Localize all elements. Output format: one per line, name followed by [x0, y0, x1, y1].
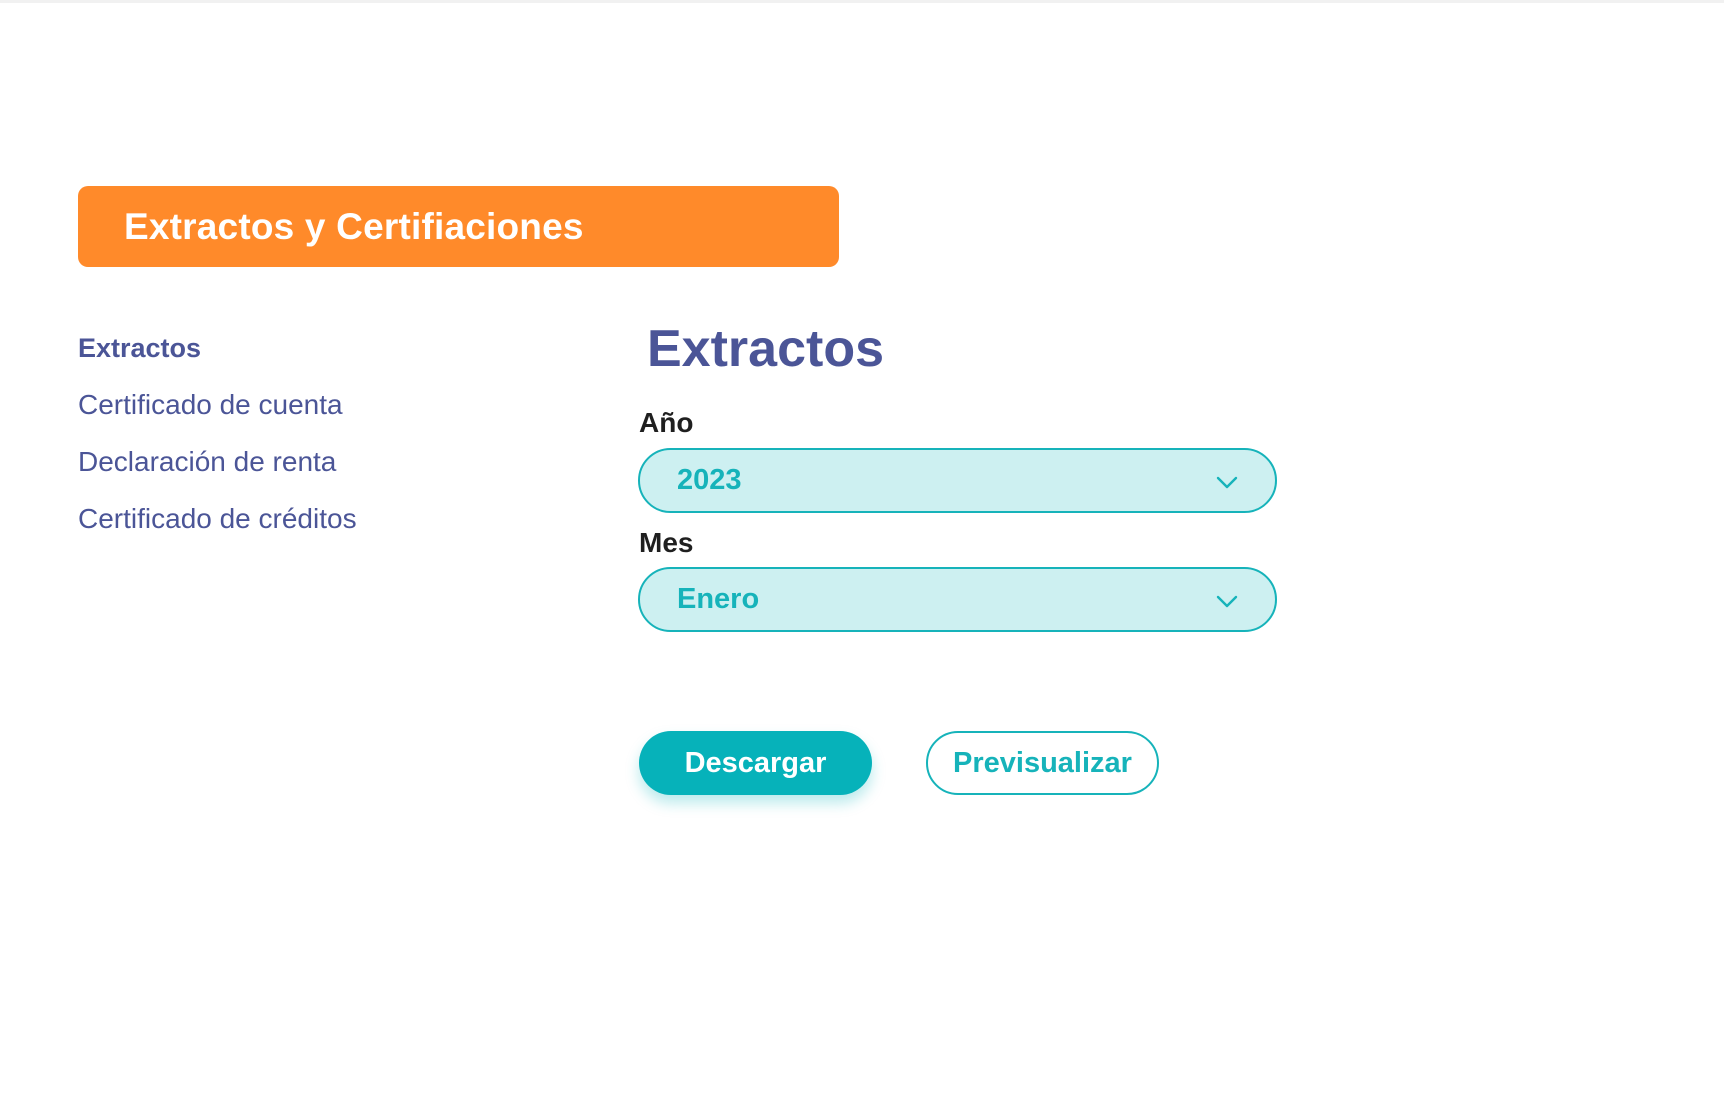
sidebar-item-extractos[interactable]: Extractos: [78, 326, 518, 383]
download-button[interactable]: Descargar: [639, 731, 872, 795]
top-divider: [0, 0, 1724, 3]
month-select[interactable]: Enero: [638, 567, 1277, 632]
year-select-value: 2023: [677, 464, 742, 496]
page-title: Extractos: [647, 320, 884, 378]
sidebar-item-declaracion-renta[interactable]: Declaración de renta: [78, 440, 518, 497]
banner-title: Extractos y Certifiaciones: [124, 205, 584, 247]
sidebar-nav: Extractos Certificado de cuenta Declarac…: [78, 326, 518, 554]
preview-button[interactable]: Previsualizar: [926, 731, 1159, 795]
chevron-down-icon: [1216, 476, 1238, 489]
chevron-down-icon: [1216, 595, 1238, 608]
year-select[interactable]: 2023: [638, 448, 1277, 513]
month-select-value: Enero: [677, 583, 760, 615]
year-label: Año: [639, 407, 694, 438]
sidebar-item-certificado-creditos[interactable]: Certificado de créditos: [78, 497, 518, 554]
month-label: Mes: [639, 527, 694, 558]
section-banner: Extractos y Certifiaciones: [78, 186, 839, 267]
sidebar-item-certificado-cuenta[interactable]: Certificado de cuenta: [78, 383, 518, 440]
